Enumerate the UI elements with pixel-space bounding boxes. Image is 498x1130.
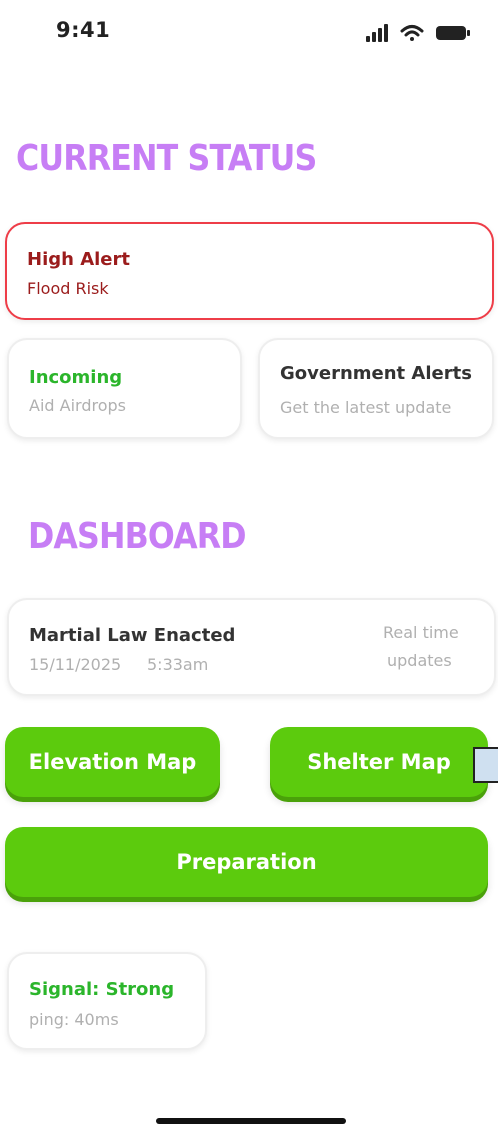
status-icons (366, 24, 470, 42)
news-realtime-label: Real time (383, 623, 459, 642)
news-updates-label: updates (387, 651, 452, 670)
high-alert-card[interactable]: High Alert Flood Risk (5, 222, 494, 320)
signal-ping: ping: 40ms (29, 1010, 119, 1029)
incoming-subtitle: Aid Airdrops (29, 396, 126, 415)
section-title-dashboard: DASHBOARD (28, 516, 247, 557)
alert-subtitle: Flood Risk (27, 279, 109, 298)
home-indicator[interactable] (156, 1118, 346, 1124)
news-time: 5:33am (147, 655, 209, 674)
signal-title: Signal: Strong (29, 979, 175, 1000)
wifi-icon (400, 25, 424, 41)
news-date: 15/11/2025 (29, 655, 122, 674)
incoming-title: Incoming (29, 367, 123, 388)
news-card[interactable]: Martial Law Enacted 15/11/2025 5:33am Re… (7, 598, 496, 696)
news-title: Martial Law Enacted (29, 625, 236, 646)
signal-card: Signal: Strong ping: 40ms (7, 952, 207, 1050)
shelter-map-button[interactable]: Shelter Map (270, 727, 488, 797)
government-alerts-subtitle: Get the latest update (280, 398, 452, 417)
signal-icon (366, 24, 388, 42)
government-alerts-card[interactable]: Government Alerts Get the latest update (258, 338, 494, 439)
incoming-card[interactable]: Incoming Aid Airdrops (7, 338, 242, 439)
section-title-current-status: CURRENT STATUS (16, 138, 317, 179)
elevation-map-button[interactable]: Elevation Map (5, 727, 220, 797)
status-bar: 9:41 (0, 0, 498, 60)
alert-title: High Alert (27, 249, 130, 270)
government-alerts-title: Government Alerts (280, 363, 472, 384)
battery-icon (436, 26, 470, 40)
preparation-button[interactable]: Preparation (5, 827, 488, 897)
status-time: 9:41 (56, 18, 111, 42)
resize-handle[interactable] (473, 747, 498, 783)
